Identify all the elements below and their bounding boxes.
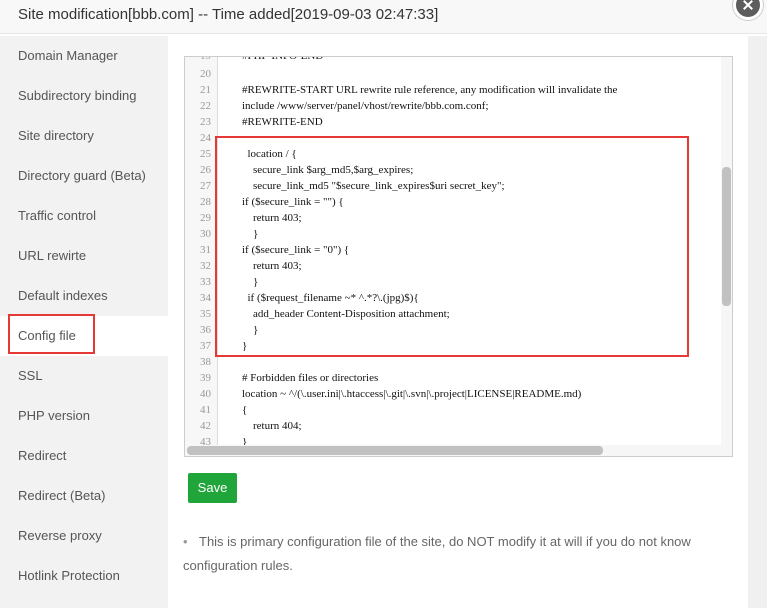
code-text: location ~ ^/(\.user.ini|\.htaccess|\.gi… — [242, 388, 582, 400]
code-line: 40 location ~ ^/(\.user.ini|\.htaccess|\.… — [185, 386, 732, 402]
code-line: 39 # Forbidden files or directories — [185, 370, 732, 386]
line-number: 28 — [200, 196, 211, 208]
sidebar-item-site-directory[interactable]: Site directory — [0, 116, 168, 156]
sidebar-item-domain-manager[interactable]: Domain Manager — [0, 36, 168, 76]
line-number: 20 — [200, 68, 211, 80]
window-scrollbar[interactable] — [748, 36, 767, 608]
editor-horizontal-thumb[interactable] — [187, 446, 603, 455]
line-number: 36 — [200, 324, 211, 336]
config-note: • This is primary configuration file of t… — [183, 530, 723, 578]
line-number: 26 — [200, 164, 211, 176]
bullet-icon: • — [183, 534, 188, 549]
sidebar-item-hotlink-protection[interactable]: Hotlink Protection — [0, 556, 168, 596]
editor-scroll-thumb[interactable] — [722, 167, 731, 306]
sidebar-item-url-rewrite[interactable]: URL rewirte — [0, 236, 168, 276]
code-line: 22 include /www/server/panel/vhost/rewrit… — [185, 98, 732, 114]
sidebar-item-reverse-proxy[interactable]: Reverse proxy — [0, 516, 168, 556]
line-number: 27 — [200, 180, 211, 192]
sidebar-item-redirect-beta[interactable]: Redirect (Beta) — [0, 476, 168, 516]
sidebar-item-subdirectory-binding[interactable]: Subdirectory binding — [0, 76, 168, 116]
line-number: 41 — [200, 404, 211, 416]
sidebar-item-traffic-control[interactable]: Traffic control — [0, 196, 168, 236]
line-number: 30 — [200, 228, 211, 240]
window-title: Site modification[bbb.com] -- Time added… — [18, 6, 439, 23]
code-line: 20 — [185, 66, 732, 82]
code-text: #PHP-INFO-END — [242, 56, 324, 62]
line-number: 39 — [200, 372, 211, 384]
line-number: 32 — [200, 260, 211, 272]
line-number: 35 — [200, 308, 211, 320]
line-number: 19 — [200, 56, 211, 62]
sidebar-highlight-box — [8, 314, 95, 354]
line-number: 37 — [200, 340, 211, 352]
line-number: 21 — [200, 84, 211, 96]
window-titlebar: Site modification[bbb.com] -- Time added… — [0, 0, 767, 34]
code-line: 19 #PHP-INFO-END — [185, 56, 732, 64]
save-button[interactable]: Save — [188, 473, 237, 503]
line-number: 34 — [200, 292, 211, 304]
sidebar-item-redirect[interactable]: Redirect — [0, 436, 168, 476]
config-note-text: This is primary configuration file of th… — [183, 534, 691, 573]
line-number: 29 — [200, 212, 211, 224]
sidebar-item-default-indexes[interactable]: Default indexes — [0, 276, 168, 316]
code-text: # Forbidden files or directories — [242, 372, 379, 384]
line-number: 22 — [200, 100, 211, 112]
code-line: 23 #REWRITE-END — [185, 114, 732, 130]
code-text: { — [242, 404, 248, 416]
code-highlight-box — [215, 136, 689, 357]
line-number: 38 — [200, 356, 211, 368]
line-number: 40 — [200, 388, 211, 400]
code-line: 21 #REWRITE-START URL rewrite rule refere… — [185, 82, 732, 98]
line-number: 24 — [200, 132, 211, 144]
code-text: #REWRITE-END — [242, 116, 323, 128]
sidebar-item-directory-guard[interactable]: Directory guard (Beta) — [0, 156, 168, 196]
line-number: 23 — [200, 116, 211, 128]
line-number: 33 — [200, 276, 211, 288]
code-text: return 404; — [242, 420, 302, 432]
sidebar-item-ssl[interactable]: SSL — [0, 356, 168, 396]
line-number: 25 — [200, 148, 211, 160]
line-number: 42 — [200, 420, 211, 432]
code-line: 41 { — [185, 402, 732, 418]
code-text: #REWRITE-START URL rewrite rule referenc… — [242, 84, 618, 96]
line-number: 31 — [200, 244, 211, 256]
sidebar-item-php-version[interactable]: PHP version — [0, 396, 168, 436]
code-line: 42 return 404; — [185, 418, 732, 434]
code-text: include /www/server/panel/vhost/rewrite/… — [242, 100, 489, 112]
